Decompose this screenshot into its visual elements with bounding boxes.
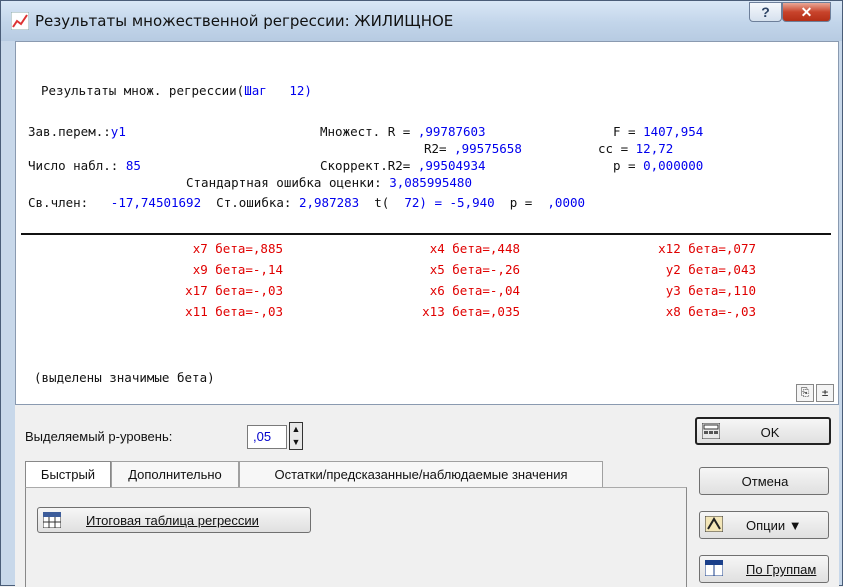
adj-r2-label: Скоррект.R2= [320,158,418,173]
cancel-button[interactable]: Отмена [699,467,829,495]
nobs-value: 85 [125,158,141,173]
beta-cell: x7 бета=,885 [192,241,283,256]
title-bar[interactable]: Результаты множественной регрессии: ЖИЛИ… [1,1,842,41]
options-area: Выделяемый p-уровень: ,05 ▲ ▼ Быстрый До… [15,405,839,587]
beta-cell: x5 бета=-,26 [429,262,520,277]
cancel-label: Отмена [741,474,789,489]
results-divider [21,233,831,235]
std-error-row: Стандартная ошибка оценки: 3,085995480 [186,175,472,190]
app-icon [11,12,29,30]
nobs-label: Число набл.: [28,158,126,173]
t-label: t( [374,195,390,210]
beta-cell: y2 бета=,043 [665,262,756,277]
tab-panel [25,487,687,587]
p-row: p = 0,000000 [613,158,703,173]
mult-r-label: Множест. R = [320,124,418,139]
ok-button[interactable]: OK [695,417,831,445]
spin-down-icon[interactable]: ▼ [290,436,302,449]
intercept-row: Св.член: -17,74501692 Ст.ошибка: 2,98728… [28,195,585,210]
r2-value: ,99575658 [454,141,522,156]
dep-value: y1 [110,124,126,139]
by-group-label: По Группам [746,562,817,577]
table-icon [43,512,61,528]
intercept-stderr-value: 2,987283 [298,195,360,210]
heading-prefix: Результаты множ. регрессии( [41,83,245,98]
significant-note: (выделены значимые бета) [34,370,215,385]
p-level-input[interactable]: ,05 [247,425,287,449]
nobs-row: Число набл.: 85 [28,158,141,173]
cc-label: cc = [598,141,636,156]
intercept-label: Св.член: [28,195,96,210]
cc-value: 12,72 [635,141,674,156]
options-label: Опции ▼ [746,518,802,533]
tab-advanced[interactable]: Дополнительно [111,461,239,487]
results-heading: Результаты множ. регрессии(Шаг 12) [41,83,312,98]
adj-r2-row: Скоррект.R2= ,99504934 [320,158,486,173]
tab-quick[interactable]: Быстрый [25,461,111,489]
results-panel: Результаты множ. регрессии(Шаг 12) Зав.п… [15,41,839,405]
p2-label: p = [509,195,540,210]
beta-cell: x4 бета=,448 [429,241,520,256]
p-label: p = [613,158,644,173]
ok-label: OK [760,425,780,440]
beta-cell: x13 бета=,035 [422,304,520,319]
intercept-value: -17,74501692 [110,195,202,210]
r2-row: R2= ,99575658 [424,141,522,156]
p2-value: ,0000 [547,195,586,210]
t-value: 72) = -5,940 [404,195,495,210]
mult-r-value: ,99787603 [417,124,486,139]
beta-cell: x17 бета=-,03 [185,283,283,298]
options-button[interactable]: Опции ▼ [699,511,829,539]
f-row: F = 1407,954 [613,124,703,139]
beta-cell: x12 бета=,077 [658,241,756,256]
dep-label: Зав.перем.: [28,124,111,139]
tab-residuals[interactable]: Остатки/предсказанные/наблюдаемые значен… [239,461,603,487]
f-label: F = [613,124,644,139]
regression-results-window: Результаты множественной регрессии: ЖИЛИ… [0,0,843,587]
beta-cell: x11 бета=-,03 [185,304,283,319]
std-error-value: 3,085995480 [389,175,472,190]
r2-label: R2= [424,141,455,156]
f-value: 1407,954 [643,124,704,139]
summary-table-label: Итоговая таблица регрессии [86,513,259,528]
heading-step: Шаг 12) [244,83,312,98]
intercept-stderr-label: Ст.ошибка: [216,195,299,210]
beta-cell: x6 бета=-,04 [429,283,520,298]
expand-up-icon[interactable]: ± [816,384,834,402]
close-button[interactable]: ✕ [782,2,831,22]
help-button[interactable]: ? [749,2,782,22]
summary-table-button[interactable]: Итоговая таблица регрессии [37,507,311,533]
dep-var-row: Зав.перем.:y1 [28,124,126,139]
by-group-icon [705,560,723,576]
options-icon [705,516,723,532]
mult-r-row: Множест. R = ,99787603 [320,124,486,139]
beta-cell: x8 бета=-,03 [665,304,756,319]
beta-cell: y3 бета=,110 [665,283,756,298]
by-group-button[interactable]: По Группам [699,555,829,583]
p-value: 0,000000 [643,158,704,173]
std-error-label: Стандартная ошибка оценки: [186,175,390,190]
spin-up-icon[interactable]: ▲ [290,423,302,436]
window-title: Результаты множественной регрессии: ЖИЛИ… [35,12,454,30]
copy-icon[interactable]: ⎘ [796,384,814,402]
adj-r2-value: ,99504934 [417,158,486,173]
p-level-label: Выделяемый p-уровень: [25,429,173,444]
p-level-spinner[interactable]: ▲ ▼ [289,422,303,450]
cc-row: cc = 12,72 [598,141,673,156]
beta-cell: x9 бета=-,14 [192,262,283,277]
